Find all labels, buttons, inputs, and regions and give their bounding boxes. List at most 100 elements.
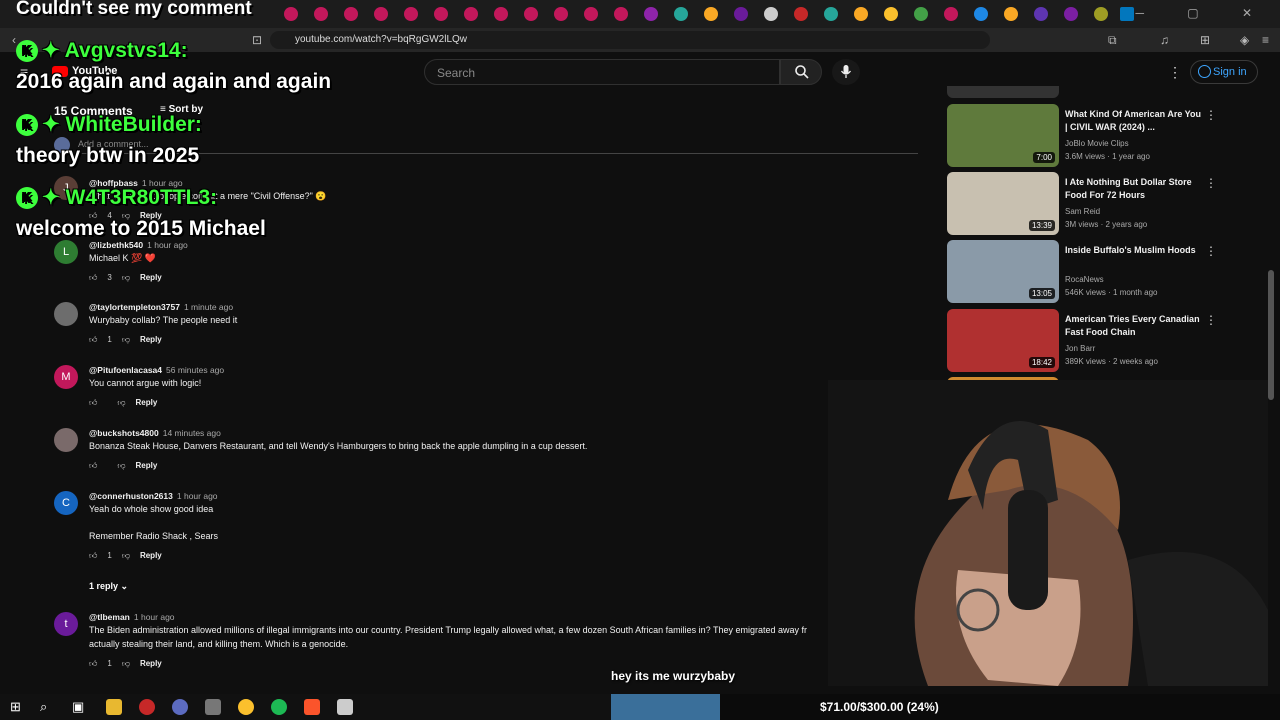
more-options-icon[interactable]: ⋮: [1205, 244, 1217, 258]
tab-favicon[interactable]: [434, 7, 448, 21]
sidebar-scrollbar[interactable]: [1268, 270, 1274, 400]
tab-favicon[interactable]: [944, 7, 958, 21]
tab-favicon[interactable]: [404, 7, 418, 21]
tab-favicon[interactable]: [824, 7, 838, 21]
tab-favicon[interactable]: [524, 7, 538, 21]
chrome-icon[interactable]: [238, 699, 254, 715]
author-name[interactable]: @lizbethk540: [89, 240, 143, 250]
reply-button[interactable]: Reply: [140, 335, 162, 344]
video-channel[interactable]: JoBlo Movie Clips: [1065, 139, 1129, 148]
comment-author[interactable]: @buckshots4800 14 minutes ago: [89, 428, 221, 438]
tab-favicon[interactable]: [734, 7, 748, 21]
settings-kebab-icon[interactable]: ⋮: [1168, 64, 1182, 81]
app-icon[interactable]: [205, 699, 221, 715]
tab-favicon[interactable]: [314, 7, 328, 21]
search-input[interactable]: Search: [424, 59, 780, 85]
active-tab-favicon[interactable]: [1120, 7, 1134, 21]
tab-favicon[interactable]: [584, 7, 598, 21]
file-explorer-icon[interactable]: [106, 699, 122, 715]
comment-timestamp[interactable]: 56 minutes ago: [166, 365, 224, 375]
dislike-icon[interactable]: 👎︎: [117, 398, 125, 407]
tab-favicon[interactable]: [1034, 7, 1048, 21]
reply-button[interactable]: Reply: [140, 659, 162, 668]
avatar[interactable]: [54, 428, 78, 452]
app-icon[interactable]: [337, 699, 353, 715]
window-controls[interactable]: ─ ▢ ✕: [1135, 6, 1272, 20]
video-title[interactable]: What Kind Of American Are You | CIVIL WA…: [1065, 108, 1205, 134]
url-field[interactable]: youtube.com/watch?v=bqRgGW2lLQw: [270, 31, 990, 49]
voice-search-button[interactable]: [832, 59, 860, 85]
like-icon[interactable]: 👍︎: [89, 461, 97, 470]
tab-favicon[interactable]: [554, 7, 568, 21]
tab-favicon[interactable]: [1094, 7, 1108, 21]
video-card[interactable]: 13:05 Inside Buffalo's Muslim Hoods RocaNe…: [947, 240, 1227, 304]
video-channel[interactable]: Sam Reid: [1065, 207, 1100, 216]
video-thumbnail[interactable]: 13:05: [947, 240, 1059, 303]
like-icon[interactable]: 👍︎: [89, 551, 97, 560]
tab-favicon[interactable]: [854, 7, 868, 21]
like-icon[interactable]: 👍︎: [89, 659, 97, 668]
obs-icon[interactable]: [139, 699, 155, 715]
comment-author[interactable]: @tlbeman 1 hour ago: [89, 612, 175, 622]
shield-icon[interactable]: ◈: [1240, 33, 1249, 47]
tab-favicon[interactable]: [284, 7, 298, 21]
avatar[interactable]: t: [54, 612, 78, 636]
tab-favicon[interactable]: [974, 7, 988, 21]
more-options-icon[interactable]: ⋮: [1205, 176, 1217, 190]
video-card[interactable]: 7:00 What Kind Of American Are You | CIVI…: [947, 104, 1227, 168]
more-options-icon[interactable]: ⋮: [1205, 108, 1217, 122]
bookmark-icon[interactable]: ⊡: [252, 33, 262, 47]
reply-button[interactable]: Reply: [140, 551, 162, 560]
comment-timestamp[interactable]: 14 minutes ago: [163, 428, 221, 438]
comment-author[interactable]: @taylortempleton3757 1 minute ago: [89, 302, 233, 312]
dislike-icon[interactable]: 👎︎: [122, 273, 130, 282]
tab-favicon[interactable]: [794, 7, 808, 21]
video-title[interactable]: I Ate Nothing But Dollar Store Food For …: [1065, 176, 1205, 202]
comment-timestamp[interactable]: 1 hour ago: [134, 612, 175, 622]
like-icon[interactable]: 👍︎: [89, 398, 97, 407]
video-thumbnail[interactable]: 13:39: [947, 172, 1059, 235]
comment-timestamp[interactable]: 1 hour ago: [147, 240, 188, 250]
video-channel[interactable]: RocaNews: [1065, 275, 1104, 284]
tab-favicon[interactable]: [464, 7, 478, 21]
avatar[interactable]: [54, 302, 78, 326]
tab-favicon[interactable]: [1004, 7, 1018, 21]
discord-icon[interactable]: [172, 699, 188, 715]
tab-favicon[interactable]: [1064, 7, 1078, 21]
author-name[interactable]: @connerhuston2613: [89, 491, 173, 501]
author-name[interactable]: @taylortempleton3757: [89, 302, 180, 312]
tab-favicon[interactable]: [704, 7, 718, 21]
tab-favicon[interactable]: [614, 7, 628, 21]
comment-author[interactable]: @lizbethk540 1 hour ago: [89, 240, 188, 250]
tab-favicon[interactable]: [674, 7, 688, 21]
avatar[interactable]: L: [54, 240, 78, 264]
sign-in-button[interactable]: Sign in: [1190, 60, 1258, 84]
extension-icon[interactable]: ♫: [1160, 33, 1169, 47]
menu-icon[interactable]: ≡: [1262, 33, 1269, 47]
comment-timestamp[interactable]: 1 hour ago: [177, 491, 218, 501]
tab-favicon[interactable]: [764, 7, 778, 21]
search-icon[interactable]: ⌕: [40, 699, 47, 715]
brave-icon[interactable]: [304, 699, 320, 715]
video-thumbnail[interactable]: 7:00: [947, 104, 1059, 167]
comment-author[interactable]: @connerhuston2613 1 hour ago: [89, 491, 218, 501]
task-view-icon[interactable]: ▣: [72, 699, 84, 715]
comment-author[interactable]: @Pitufoenlacasa4 56 minutes ago: [89, 365, 224, 375]
tab-favicon[interactable]: [914, 7, 928, 21]
tab-favicon[interactable]: [644, 7, 658, 21]
extension-icon[interactable]: ⧉: [1108, 33, 1117, 48]
tab-favicon[interactable]: [884, 7, 898, 21]
video-thumbnail[interactable]: 18:42: [947, 309, 1059, 372]
reply-button[interactable]: Reply: [136, 461, 158, 470]
video-card[interactable]: 13:39 I Ate Nothing But Dollar Store Food…: [947, 172, 1227, 236]
comment-timestamp[interactable]: 1 minute ago: [184, 302, 233, 312]
more-options-icon[interactable]: ⋮: [1205, 313, 1217, 327]
reply-button[interactable]: Reply: [140, 273, 162, 282]
add-comment-input[interactable]: Add a comment...: [78, 139, 918, 154]
tab-favicon[interactable]: [494, 7, 508, 21]
dislike-icon[interactable]: 👎︎: [122, 659, 130, 668]
spotify-icon[interactable]: [271, 699, 287, 715]
avatar[interactable]: C: [54, 491, 78, 515]
dislike-icon[interactable]: 👎︎: [122, 335, 130, 344]
author-name[interactable]: @tlbeman: [89, 612, 130, 622]
